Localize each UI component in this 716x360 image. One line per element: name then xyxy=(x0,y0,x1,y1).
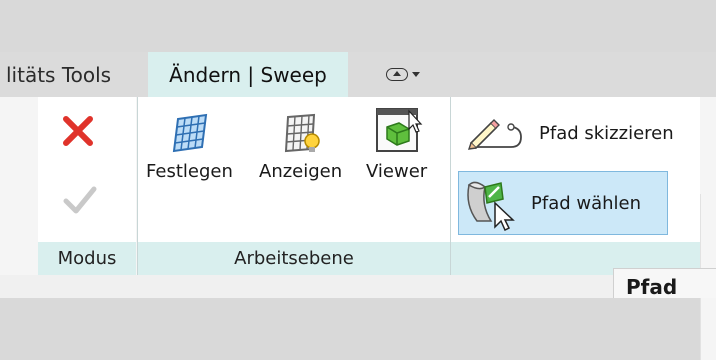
pfad-waehlen-label: Pfad wählen xyxy=(531,192,642,214)
ribbon-bottom-strip xyxy=(0,275,716,298)
cancel-button[interactable] xyxy=(58,111,98,151)
pfad-skizzieren-button[interactable]: Pfad skizzieren xyxy=(463,115,674,151)
cancel-x-icon xyxy=(63,116,93,146)
checkmark-icon xyxy=(63,186,97,214)
workplane-grid-icon xyxy=(173,113,208,153)
tab-label: Ändern | Sweep xyxy=(169,62,327,87)
finish-button[interactable] xyxy=(60,181,100,217)
ribbon: Modus Arbeitsebene Festlegen Anzeigen Vi… xyxy=(0,97,716,360)
ribbon-minimize-toggle[interactable] xyxy=(386,52,446,97)
title-bar xyxy=(0,0,716,52)
festlegen-label: Festlegen xyxy=(146,161,233,182)
panel-arbeitsebene-title: Arbeitsebene xyxy=(138,242,450,275)
panel-toggle-icon xyxy=(386,68,408,81)
festlegen-button[interactable]: Festlegen xyxy=(146,107,233,182)
pick-path-icon xyxy=(467,181,515,231)
viewer-label: Viewer xyxy=(366,161,428,182)
anzeigen-button[interactable]: Anzeigen xyxy=(259,107,342,182)
ribbon-tab-row: litäts Tools Ändern | Sweep xyxy=(0,52,716,97)
pfad-skizzieren-label: Pfad skizzieren xyxy=(539,122,674,144)
show-workplane-icon xyxy=(284,113,320,153)
properties-panel-header: Pfad xyxy=(613,268,716,298)
viewer-icon xyxy=(375,108,422,152)
sketch-path-icon xyxy=(467,119,522,150)
tab-qualitaets-tools[interactable]: litäts Tools xyxy=(6,52,144,97)
pfad-waehlen-button[interactable]: Pfad wählen xyxy=(458,171,668,235)
panel-modus-title: Modus xyxy=(38,242,136,275)
chevron-down-icon xyxy=(412,72,420,77)
tab-aendern-sweep[interactable]: Ändern | Sweep xyxy=(148,52,348,97)
viewer-button[interactable]: Viewer xyxy=(366,105,427,182)
tab-label: litäts Tools xyxy=(6,62,112,87)
anzeigen-label: Anzeigen xyxy=(259,161,343,182)
ribbon-left-edge xyxy=(0,97,32,263)
